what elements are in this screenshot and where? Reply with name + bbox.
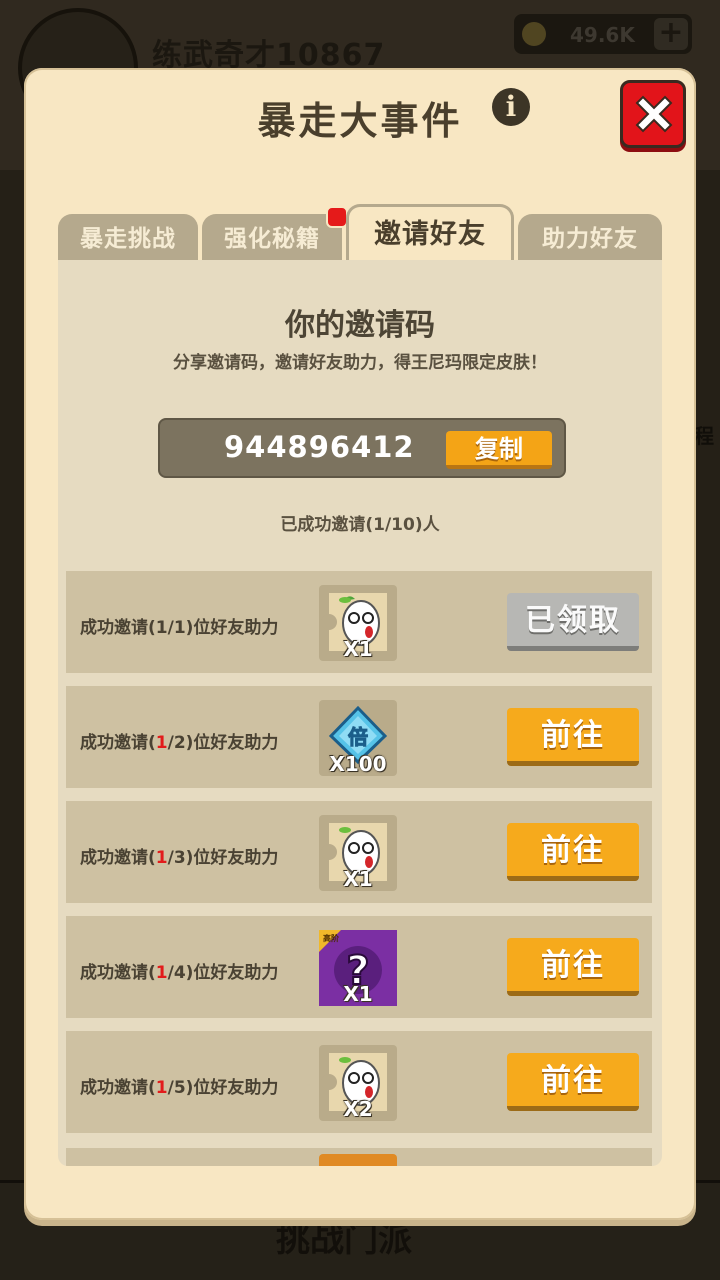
invite-code-title: 你的邀请码 (285, 308, 435, 343)
go-button[interactable]: 前往 (507, 938, 639, 996)
reward-item: 倍 X100 (319, 700, 397, 776)
claimed-button[interactable]: 已领取 (507, 593, 639, 651)
go-button[interactable]: 前往 (507, 1053, 639, 1111)
go-button[interactable]: 前往 (507, 823, 639, 881)
tab-enhance-label: 强化秘籍 (224, 226, 320, 252)
copy-button[interactable]: 复制 (446, 431, 552, 469)
reward-row: 成功邀请(1/4)位好友助力 高阶 ? X1 前往 (66, 916, 652, 1018)
info-icon[interactable]: i (492, 88, 530, 126)
close-button[interactable] (620, 80, 686, 148)
close-icon (635, 95, 673, 133)
svg-text:高阶: 高阶 (323, 933, 339, 943)
go-button[interactable]: 前往 (507, 708, 639, 766)
reward-row: 成功邀请(1/3)位好友助力 X1 前往 (66, 801, 652, 903)
reward-row: 成功邀请(1/1)位好友助力 X1 已领取 (66, 571, 652, 673)
reward-row: 成功邀请(1/5)位好友助力 X2 前往 (66, 1031, 652, 1133)
reward-row-partial (66, 1148, 652, 1166)
reward-qty: X1 (343, 637, 373, 661)
invite-code-value: 944896412 (224, 430, 415, 464)
event-dialog: 暴走大事件 i 暴走挑战 强化秘籍 邀请好友 助力好友 你的邀请码 分享邀请码，… (24, 68, 696, 1220)
notification-badge (326, 206, 348, 228)
invite-panel: 你的邀请码 分享邀请码，邀请好友助力，得王尼玛限定皮肤！ 944896412 复… (58, 260, 662, 1166)
reward-qty: X100 (329, 752, 387, 776)
reward-item: X1 (319, 815, 397, 891)
invite-code-subtitle: 分享邀请码，邀请好友助力，得王尼玛限定皮肤！ (173, 353, 547, 373)
invite-progress: 已成功邀请(1/10)人 (280, 515, 440, 535)
row-label: 成功邀请(1/5)位好友助力 (80, 1078, 279, 1098)
reward-item-partial (319, 1154, 397, 1166)
tab-invite-friends[interactable]: 邀请好友 (346, 204, 514, 260)
reward-qty: X1 (343, 982, 373, 1006)
row-label: 成功邀请(1/2)位好友助力 (80, 733, 279, 753)
reward-qty: X2 (343, 1097, 373, 1121)
svg-text:倍: 倍 (348, 725, 368, 749)
reward-row: 成功邀请(1/2)位好友助力 倍 X100 前往 (66, 686, 652, 788)
tab-enhance[interactable]: 强化秘籍 (202, 206, 348, 260)
row-label: 成功邀请(1/3)位好友助力 (80, 848, 279, 868)
row-label: 成功邀请(1/4)位好友助力 (80, 963, 279, 983)
reward-item: X2 (319, 1045, 397, 1121)
reward-item: X1 (319, 585, 397, 661)
reward-qty: X1 (343, 867, 373, 891)
reward-item: 高阶 ? X1 (319, 930, 397, 1006)
tab-assist-friends[interactable]: 助力好友 (518, 214, 662, 260)
tab-bar: 暴走挑战 强化秘籍 邀请好友 助力好友 (58, 204, 662, 260)
tab-challenge[interactable]: 暴走挑战 (58, 214, 198, 260)
row-label: 成功邀请(1/1)位好友助力 (80, 618, 279, 638)
invite-code-box: 944896412 复制 (158, 418, 566, 478)
dialog-title: 暴走大事件 (257, 99, 463, 143)
